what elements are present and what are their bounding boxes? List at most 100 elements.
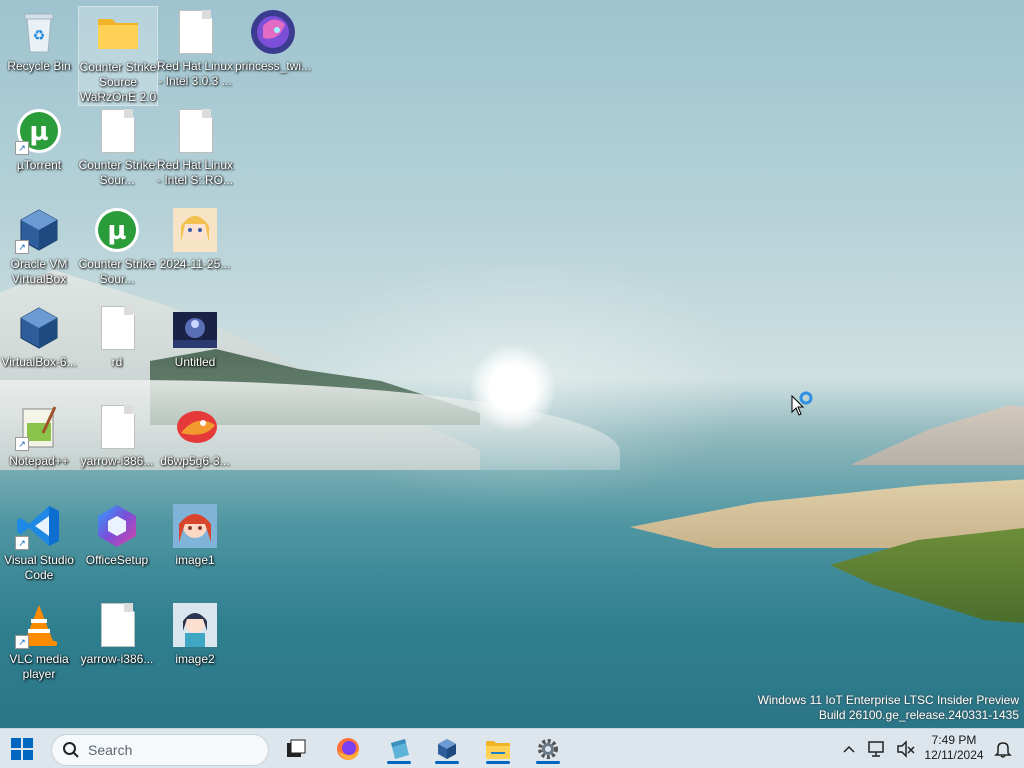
desktop-icon-d6wp5g6[interactable]: d6wp5g6-3...	[156, 401, 234, 469]
icon-label: Untitled	[174, 355, 216, 369]
taskbar-notepad[interactable]	[381, 733, 417, 765]
desktop-icon-rd[interactable]: rd	[78, 302, 156, 370]
recycle-bin-icon: ♻	[15, 8, 63, 56]
desktop-icon-yarrow-1[interactable]: yarrow-i386...	[78, 401, 156, 469]
virtualbox-icon	[438, 739, 456, 759]
notepad-plus-plus-icon: ↗	[15, 403, 63, 451]
vscode-icon: ↗	[15, 502, 63, 550]
virtualbox-icon	[15, 304, 63, 352]
clock[interactable]: 7:49 PM 12/11/2024	[920, 733, 988, 765]
image-thumbnail-icon	[249, 8, 297, 56]
icon-label: OfficeSetup	[85, 553, 149, 567]
file-icon	[93, 304, 141, 352]
desktop-icon-untitled[interactable]: Untitled	[156, 302, 234, 370]
network-button[interactable]	[866, 739, 886, 759]
icon-label: Oracle VM VirtualBox	[10, 257, 68, 286]
icon-label: Red Hat Linux - Intel S::RO...	[156, 158, 234, 187]
desktop-icon-yarrow-2[interactable]: yarrow-i386...	[78, 599, 156, 667]
desktop-icon-image2[interactable]: image2	[156, 599, 234, 667]
chevron-up-icon	[843, 745, 855, 753]
icon-label: Red Hat Linux - Intel 3.0.3 ...	[156, 59, 234, 88]
file-icon	[93, 601, 141, 649]
start-button[interactable]	[4, 733, 40, 765]
office-icon	[93, 502, 141, 550]
icon-label: VLC media player	[9, 652, 69, 681]
desktop-icon-virtualbox-installer[interactable]: VirtualBox-6...	[0, 302, 78, 370]
file-icon	[93, 403, 141, 451]
icon-label: 2024-11-25...	[159, 257, 231, 271]
desktop-icon-vlc[interactable]: ↗ VLC media player	[0, 599, 78, 682]
task-view-button[interactable]	[278, 733, 314, 765]
vlc-icon: ↗	[15, 601, 63, 649]
utorrent-icon: µ ↗	[15, 107, 63, 155]
windows-logo-icon	[11, 738, 33, 760]
desktop-icon-oracle-vm-virtualbox[interactable]: ↗ Oracle VM VirtualBox	[0, 204, 78, 287]
icon-label: Notepad++	[9, 454, 69, 468]
search-placeholder: Search	[88, 742, 133, 758]
desktop-icon-princess-twi[interactable]: princess_twi...	[234, 6, 312, 74]
folder-icon	[94, 9, 142, 57]
utorrent-icon: µ	[93, 206, 141, 254]
desktop-icon-counter-strike-file[interactable]: Counter Strike Sour...	[78, 105, 156, 188]
image-thumbnail-icon	[171, 601, 219, 649]
icon-label: µTorrent	[16, 158, 62, 172]
icon-label: image1	[175, 553, 215, 567]
busy-cursor-icon	[790, 390, 816, 416]
windows-build-watermark: Windows 11 IoT Enterprise LTSC Insider P…	[758, 693, 1019, 723]
search-box[interactable]: Search	[51, 734, 269, 766]
speaker-muted-icon	[897, 740, 915, 758]
task-view-icon	[287, 739, 306, 757]
icon-label: Counter Strike Sour...	[78, 257, 156, 286]
notepad-icon	[391, 739, 409, 759]
desktop-icon-visual-studio-code[interactable]: ↗ Visual Studio Code	[0, 500, 78, 583]
icon-label: Recycle Bin	[7, 59, 71, 73]
virtualbox-icon: ↗	[15, 206, 63, 254]
taskbar: Search 7:49 PM 12/11/2024	[0, 728, 1024, 768]
icon-label: Visual Studio Code	[4, 553, 74, 582]
image-thumbnail-icon	[171, 206, 219, 254]
desktop-icon-image-2024-11-25[interactable]: 2024-11-25...	[156, 204, 234, 272]
desktop-icon-recycle-bin[interactable]: ♻ Recycle Bin	[0, 6, 78, 74]
icon-label: d6wp5g6-3...	[160, 454, 230, 468]
icon-label: yarrow-i386...	[80, 454, 154, 468]
icon-label: princess_twi...	[234, 59, 312, 73]
firefox-icon	[337, 738, 359, 760]
desktop-icon-counter-strike-utorrent[interactable]: µ Counter Strike Sour...	[78, 204, 156, 287]
taskbar-virtualbox[interactable]	[429, 733, 465, 765]
taskbar-settings[interactable]	[530, 733, 566, 765]
network-icon	[868, 741, 884, 757]
taskbar-firefox[interactable]	[330, 733, 366, 765]
icon-label: image2	[175, 652, 215, 666]
icon-label: Counter Strike Sour...	[78, 158, 156, 187]
icon-label: yarrow-i386...	[80, 652, 154, 666]
icon-label: Counter Strike Source WaRzOnE 2.0	[79, 60, 157, 104]
svg-text:♻: ♻	[33, 27, 46, 43]
icon-label: VirtualBox-6...	[1, 355, 77, 369]
watermark-build: Build 26100.ge_release.240331-1435	[818, 708, 1019, 722]
show-hidden-icons-button[interactable]	[840, 739, 858, 759]
file-icon	[171, 8, 219, 56]
notifications-button[interactable]	[993, 739, 1013, 759]
watermark-edition: Windows 11 IoT Enterprise LTSC Insider P…	[757, 693, 1019, 707]
desktop-icon-image1[interactable]: image1	[156, 500, 234, 568]
taskbar-file-explorer[interactable]	[480, 733, 516, 765]
volume-button[interactable]	[896, 739, 916, 759]
file-icon	[171, 107, 219, 155]
clock-date: 12/11/2024	[924, 748, 984, 762]
search-icon	[63, 742, 79, 758]
desktop-icon-notepad-plus-plus[interactable]: ↗ Notepad++	[0, 401, 78, 469]
folder-icon	[486, 741, 510, 759]
desktop-icon-red-hat-linux-1[interactable]: Red Hat Linux - Intel 3.0.3 ...	[156, 6, 234, 89]
desktop-icon-utorrent[interactable]: µ ↗ µTorrent	[0, 105, 78, 173]
svg-text:µ: µ	[29, 117, 48, 147]
desktop-icon-counter-strike-folder[interactable]: Counter Strike Source WaRzOnE 2.0	[78, 6, 158, 106]
gear-icon	[538, 739, 558, 759]
clock-time: 7:49 PM	[931, 733, 977, 747]
desktop-icon-officesetup[interactable]: OfficeSetup	[78, 500, 156, 568]
image-thumbnail-icon	[171, 403, 219, 451]
bell-icon	[994, 742, 1012, 758]
svg-text:µ: µ	[107, 216, 126, 246]
file-icon	[93, 107, 141, 155]
image-thumbnail-icon	[171, 304, 219, 352]
desktop-icon-red-hat-linux-2[interactable]: Red Hat Linux - Intel S::RO...	[156, 105, 234, 188]
